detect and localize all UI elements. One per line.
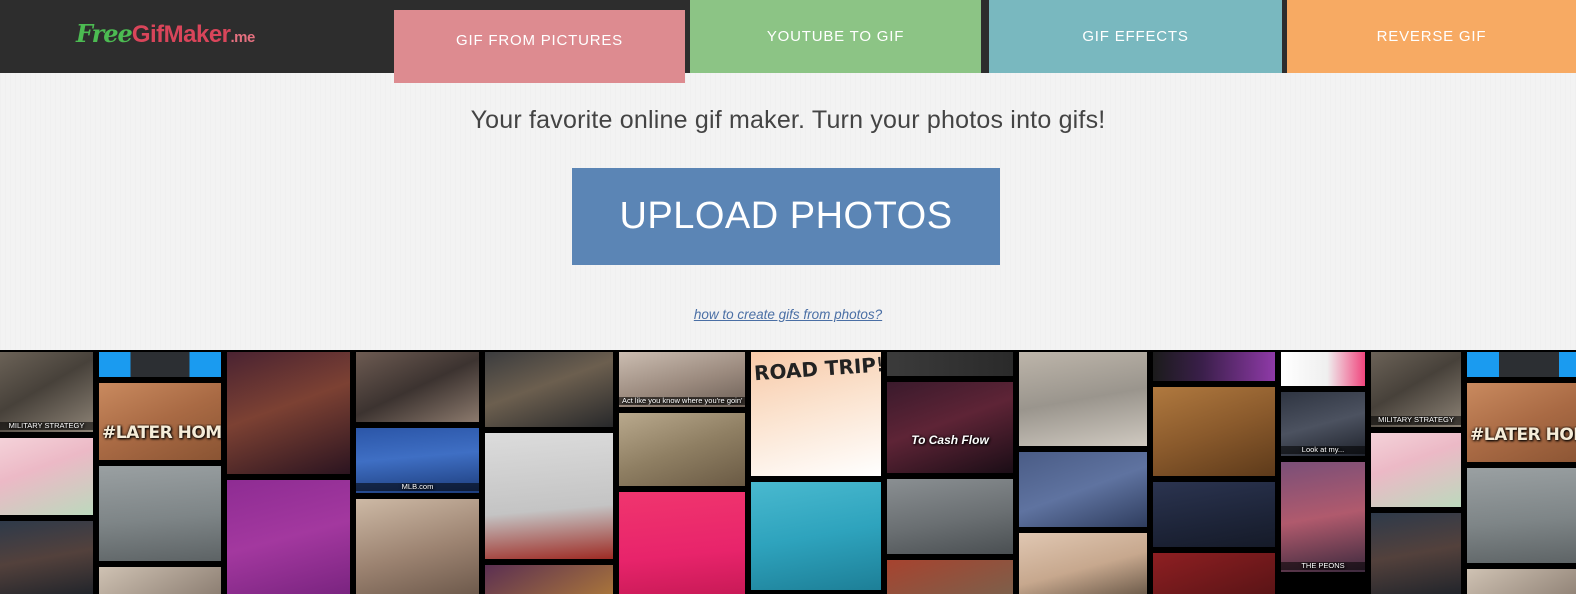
- how-to-create-gifs-link[interactable]: how to create gifs from photos?: [694, 307, 882, 322]
- gallery-thumbnail[interactable]: [485, 432, 613, 560]
- gallery-thumbnail[interactable]: MILITARY STRATEGY: [0, 352, 93, 433]
- gallery-thumbnail[interactable]: THE PEONS: [1281, 462, 1365, 572]
- gallery-thumbnail[interactable]: [227, 352, 350, 474]
- gallery-thumbnail[interactable]: #LATER HOMIES: [99, 383, 221, 461]
- gallery-thumbnail[interactable]: [751, 482, 881, 590]
- gallery-thumbnail[interactable]: [1019, 532, 1147, 594]
- gallery-column: MILITARY STRATEGY: [1371, 352, 1461, 594]
- page-tagline: Your favorite online gif maker. Turn you…: [470, 106, 1106, 134]
- gallery-column: [227, 352, 350, 594]
- gallery-thumbnail[interactable]: [1467, 352, 1576, 377]
- thumbnail-caption: To Cash Flow: [911, 433, 989, 447]
- gallery-thumbnail[interactable]: [227, 479, 350, 594]
- gallery-thumbnail[interactable]: [1281, 352, 1365, 386]
- gif-gallery: MILITARY STRATEGY #LATER HOMIES MLB.com Act…: [0, 350, 1576, 594]
- gallery-column: #LATER HOMIES: [1467, 352, 1576, 594]
- gallery-thumbnail[interactable]: [1153, 352, 1275, 382]
- thumbnail-caption: MILITARY STRATEGY: [1371, 416, 1461, 425]
- gallery-thumbnail[interactable]: [1467, 468, 1576, 564]
- tab-youtube-to-gif[interactable]: YOUTUBE TO GIF: [690, 0, 981, 73]
- gallery-thumbnail[interactable]: [887, 478, 1013, 555]
- howto-link-wrapper: how to create gifs from photos?: [0, 306, 1576, 324]
- gallery-column: MILITARY STRATEGY: [0, 352, 93, 594]
- tab-gif-from-pictures[interactable]: GIF FROM PICTURES: [394, 10, 685, 83]
- thumbnail-caption: THE PEONS: [1281, 561, 1365, 570]
- thumbnail-caption: Act like you know where you're goin': [619, 396, 745, 406]
- thumbnail-caption: #LATER HOMIES: [1470, 425, 1576, 445]
- gallery-thumbnail[interactable]: [1153, 481, 1275, 547]
- thumbnail-caption: MLB.com: [356, 483, 479, 492]
- gallery-thumbnail[interactable]: To Cash Flow: [887, 382, 1013, 473]
- main-navigation: GIF FROM PICTURES YOUTUBE TO GIF GIF EFF…: [0, 0, 1576, 90]
- gallery-column: Look at my... THE PEONS: [1281, 352, 1365, 594]
- tab-reverse-gif[interactable]: REVERSE GIF: [1287, 0, 1576, 73]
- gallery-thumbnail[interactable]: [356, 499, 479, 594]
- gallery-thumbnail[interactable]: [887, 352, 1013, 377]
- gallery-thumbnail[interactable]: Look at my...: [1281, 392, 1365, 456]
- gallery-thumbnail[interactable]: [1371, 432, 1461, 508]
- gallery-thumbnail[interactable]: [1153, 552, 1275, 594]
- thumbnail-caption: MILITARY STRATEGY: [0, 422, 93, 431]
- gallery-column: [485, 352, 613, 594]
- gallery-thumbnail[interactable]: [485, 352, 613, 427]
- gallery-thumbnail[interactable]: #LATER HOMIES: [1467, 382, 1576, 463]
- gallery-column: [1019, 352, 1147, 594]
- gallery-thumbnail[interactable]: [887, 560, 1013, 594]
- gallery-thumbnail[interactable]: [0, 438, 93, 516]
- gallery-thumbnail[interactable]: [1467, 569, 1576, 594]
- gallery-thumbnail[interactable]: ROAD TRIP!: [751, 352, 881, 476]
- gallery-thumbnail[interactable]: [1019, 352, 1147, 446]
- gallery-column: Act like you know where you're goin': [619, 352, 745, 594]
- gallery-thumbnail[interactable]: [1019, 451, 1147, 527]
- gallery-column: To Cash Flow: [887, 352, 1013, 594]
- thumbnail-caption: #LATER HOMIES: [102, 423, 221, 443]
- gallery-column: ROAD TRIP!: [751, 352, 881, 594]
- tab-gif-effects[interactable]: GIF EFFECTS: [989, 0, 1282, 73]
- gallery-thumbnail[interactable]: [485, 565, 613, 594]
- gallery-thumbnail[interactable]: [99, 352, 221, 378]
- gallery-thumbnail[interactable]: [619, 413, 745, 486]
- thumbnail-caption: ROAD TRIP!: [753, 353, 881, 385]
- gallery-column: #LATER HOMIES: [99, 352, 221, 594]
- thumbnail-caption: Look at my...: [1281, 445, 1365, 454]
- gallery-thumbnail[interactable]: MILITARY STRATEGY: [1371, 352, 1461, 427]
- gallery-thumbnail[interactable]: Act like you know where you're goin': [619, 352, 745, 408]
- upload-photos-button[interactable]: UPLOAD PHOTOS: [572, 168, 1000, 265]
- gallery-thumbnail[interactable]: [0, 521, 93, 594]
- gallery-column: [1153, 352, 1275, 594]
- gallery-thumbnail[interactable]: [619, 491, 745, 594]
- gallery-thumbnail[interactable]: [99, 466, 221, 561]
- gallery-thumbnail[interactable]: [1153, 387, 1275, 476]
- page-root: FreeGifMaker.me GIF FROM PICTURES YOUTUB…: [0, 0, 1576, 594]
- gallery-column: MLB.com: [356, 352, 479, 594]
- gallery-thumbnail[interactable]: MLB.com: [356, 427, 479, 494]
- gallery-thumbnail[interactable]: [99, 566, 221, 594]
- gallery-thumbnail[interactable]: [1371, 513, 1461, 594]
- gallery-thumbnail[interactable]: [356, 352, 479, 422]
